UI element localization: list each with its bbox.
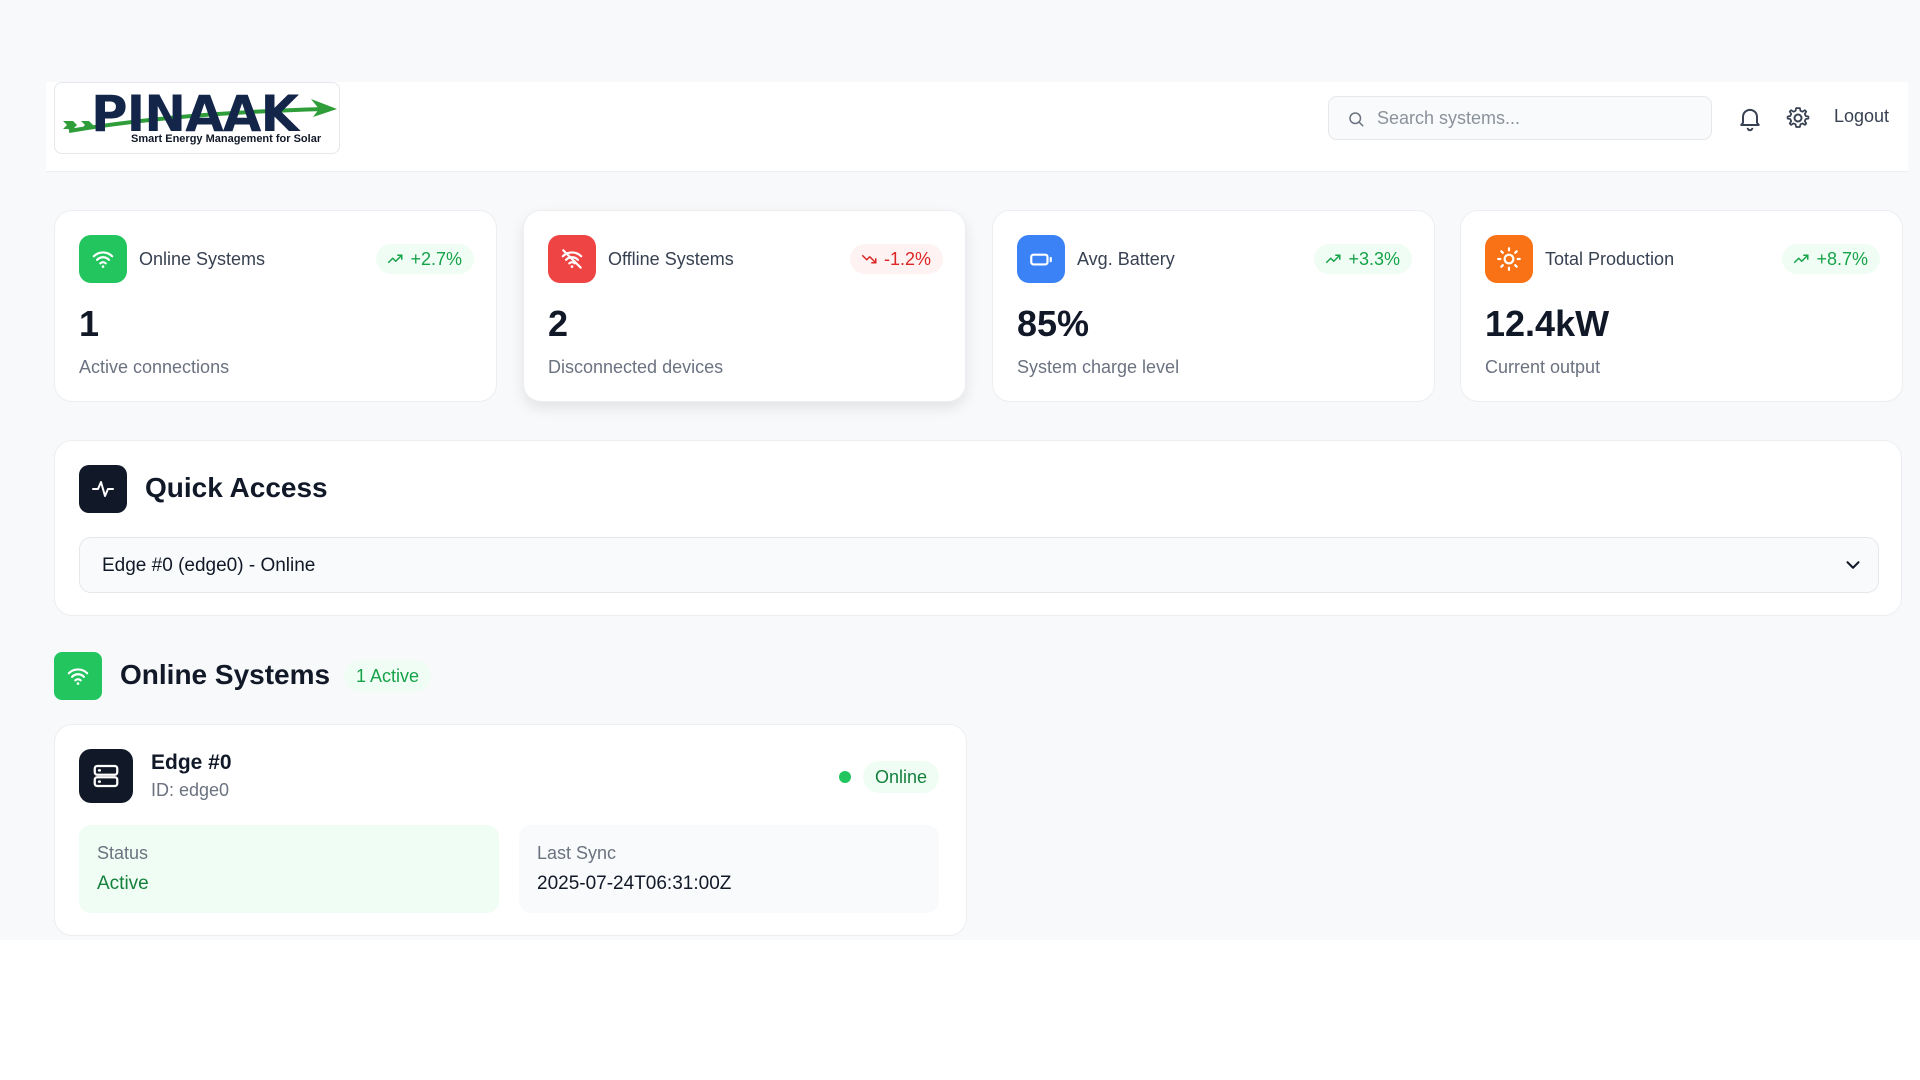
status-info-box: Status Active — [79, 825, 499, 913]
trending-up-icon — [1794, 254, 1809, 264]
status-value: Active — [97, 873, 149, 894]
last-sync-value: 2025-07-24T06:31:00Z — [537, 873, 732, 894]
trend-value: +2.7% — [410, 248, 462, 269]
gear-icon — [1786, 107, 1810, 128]
stat-card-offline: Offline Systems -1.2% 2 Disconnected dev… — [523, 210, 966, 402]
stat-card-online: Online Systems +2.7% 1 Active connection… — [54, 210, 497, 402]
quick-access-title: Quick Access — [145, 472, 328, 503]
stat-label: Offline Systems — [608, 249, 734, 269]
stat-subtitle: Current output — [1485, 357, 1601, 377]
wifi-off-icon — [561, 249, 583, 269]
stat-subtitle: System charge level — [1017, 357, 1180, 377]
online-status-dot — [839, 771, 851, 783]
stat-label: Total Production — [1545, 249, 1675, 269]
stat-icon-badge — [548, 235, 596, 283]
top-header: PINAAK Smart Energy Management for Solar… — [46, 82, 1908, 172]
sun-icon — [1497, 247, 1521, 271]
stat-label: Avg. Battery — [1077, 249, 1175, 269]
system-icon-badge — [79, 749, 133, 803]
trend-badge: +8.7% — [1782, 244, 1880, 274]
notifications-button[interactable] — [1736, 104, 1764, 132]
last-sync-info-box: Last Sync 2025-07-24T06:31:00Z — [519, 825, 939, 913]
activity-icon — [92, 481, 114, 497]
stat-label: Online Systems — [139, 249, 266, 269]
stat-value: 2 — [548, 303, 569, 344]
trend-value: +3.3% — [1348, 248, 1400, 269]
stat-icon-badge — [1485, 235, 1533, 283]
server-icon — [93, 764, 119, 788]
system-card[interactable]: Edge #0 ID: edge0 Online Status Active L… — [54, 724, 967, 936]
stat-subtitle: Active connections — [79, 357, 230, 377]
battery-icon — [1030, 253, 1052, 266]
last-sync-label: Last Sync — [537, 843, 617, 863]
online-section-icon-badge — [54, 652, 102, 700]
stat-value: 1 — [79, 303, 100, 344]
trend-badge: +2.7% — [376, 244, 474, 274]
status-label: Status — [97, 843, 149, 863]
wifi-icon — [67, 668, 89, 685]
online-section-title: Online Systems — [120, 659, 331, 690]
search-box[interactable] — [1328, 96, 1712, 140]
trending-up-icon — [388, 254, 403, 264]
status-badge: Online — [863, 761, 940, 793]
stat-value: 12.4kW — [1485, 303, 1610, 344]
stat-card-battery: Avg. Battery +3.3% 85% System charge lev… — [992, 210, 1435, 402]
brand-logo[interactable]: PINAAK Smart Energy Management for Solar — [54, 82, 340, 154]
system-name: Edge #0 — [151, 751, 232, 774]
logo-tagline: Smart Energy Management for Solar — [131, 133, 322, 145]
stat-icon-badge — [79, 235, 127, 283]
search-input[interactable] — [1377, 97, 1697, 139]
wifi-icon — [92, 251, 114, 268]
trending-up-icon — [1326, 254, 1341, 264]
trending-down-icon — [861, 254, 877, 264]
trend-value: -1.2% — [883, 248, 931, 269]
app-background: PINAAK Smart Energy Management for Solar… — [0, 0, 1920, 940]
system-select-value: Edge #0 (edge0) - Online — [102, 555, 316, 576]
chevron-down-icon — [1846, 561, 1860, 569]
system-id: ID: edge0 — [151, 780, 230, 800]
bell-icon — [1740, 108, 1760, 132]
stat-subtitle: Disconnected devices — [548, 357, 724, 377]
search-icon — [1349, 112, 1364, 127]
system-select-dropdown[interactable]: Edge #0 (edge0) - Online — [79, 537, 1879, 593]
stat-card-production: Total Production +8.7% 12.4kW Current ou… — [1460, 210, 1903, 402]
quick-access-panel: Quick Access Edge #0 (edge0) - Online — [54, 440, 1902, 616]
stat-value: 85% — [1017, 303, 1090, 344]
active-count-badge: 1 Active — [344, 660, 432, 692]
stat-icon-badge — [1017, 235, 1065, 283]
trend-badge: -1.2% — [849, 244, 943, 274]
quick-access-icon-badge — [79, 465, 127, 513]
logout-button[interactable]: Logout — [1834, 106, 1889, 127]
trend-value: +8.7% — [1816, 248, 1868, 269]
trend-badge: +3.3% — [1314, 244, 1412, 274]
settings-button[interactable] — [1784, 104, 1812, 132]
